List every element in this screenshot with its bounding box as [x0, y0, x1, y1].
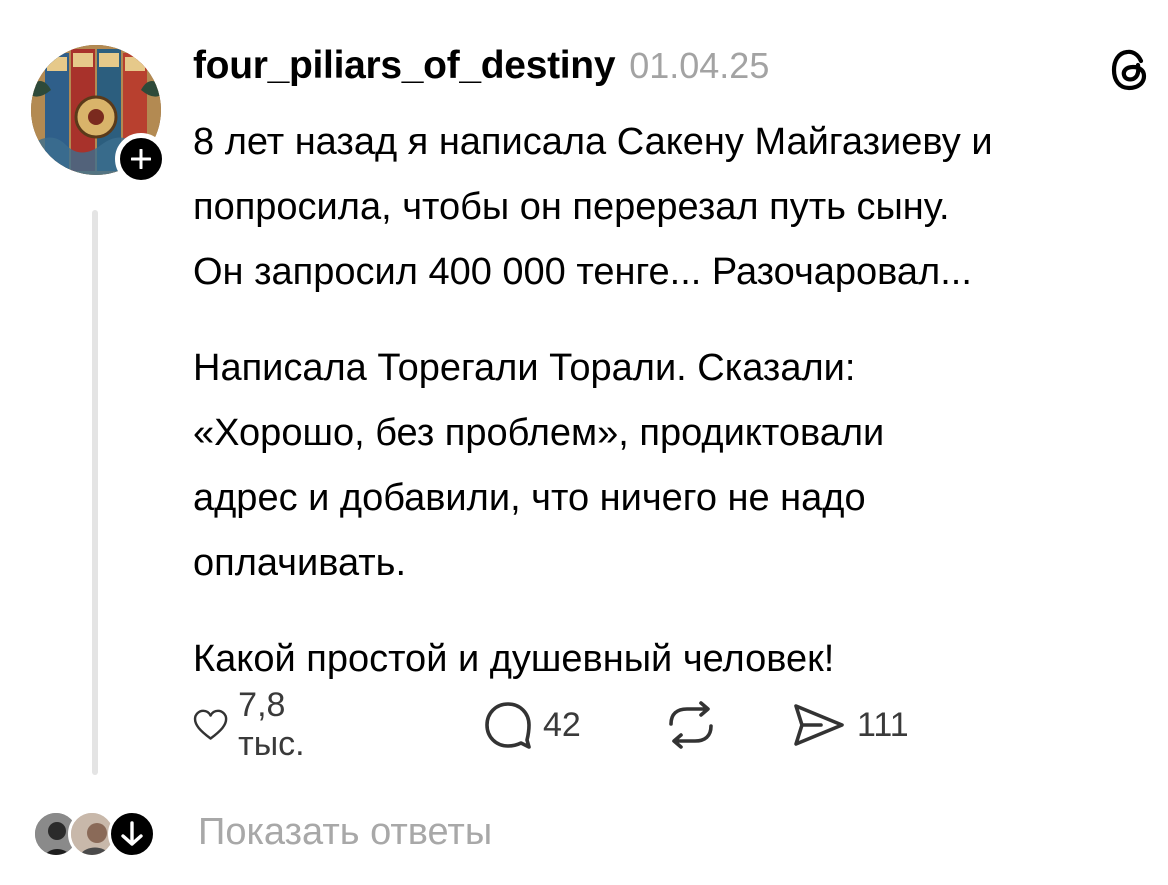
text-line: адрес и добавили, что ничего не надо: [193, 477, 866, 519]
arrow-down-circle-icon: [121, 821, 143, 846]
post-paragraph-2: Написала Торегали Торали. Сказали: «Хоро…: [193, 336, 1168, 596]
text-line: 8 лет назад я написала Сакену Майгазиеву…: [193, 121, 993, 163]
post-date: 01.04.25: [629, 45, 770, 86]
username-link[interactable]: four_piliars_of_destiny: [193, 44, 616, 88]
repost-button[interactable]: [663, 697, 719, 753]
repost-icon: [669, 701, 713, 749]
text-line: Написала Торегали Торали. Сказали:: [193, 347, 856, 389]
show-replies-link[interactable]: Показать ответы: [198, 811, 492, 854]
heart-icon: [193, 709, 228, 740]
post-header: four_piliars_of_destiny 01.04.25: [193, 44, 769, 98]
post-body: 8 лет назад я написала Сакену Майгазиеву…: [193, 110, 1168, 692]
post-paragraph-1: 8 лет назад я написала Сакену Майгазиеву…: [193, 110, 1168, 305]
text-line: попросила, чтобы он перерезал путь сыну.: [193, 186, 950, 228]
replies-row[interactable]: Показать ответы: [32, 805, 632, 865]
text-line: «Хорошо, без проблем», продиктовали: [193, 412, 885, 454]
comment-button[interactable]: 42: [483, 697, 581, 753]
threads-logo-icon[interactable]: [1110, 48, 1150, 97]
show-replies-arrow[interactable]: [108, 810, 156, 858]
text-line: Какой простой и душевный человек!: [193, 638, 835, 680]
share-count: 111: [857, 705, 909, 744]
send-icon: [794, 704, 844, 746]
comment-count: 42: [543, 705, 581, 744]
like-button[interactable]: 7,8 тыс.: [193, 686, 321, 763]
thread-line: [92, 210, 98, 775]
follow-button[interactable]: [115, 133, 167, 185]
share-button[interactable]: 111: [791, 697, 909, 753]
post-paragraph-3: Какой простой и душевный человек!: [193, 627, 1168, 692]
text-line: Он запросил 400 000 тенге... Разочаровал…: [193, 251, 972, 293]
text-line: оплачивать.: [193, 542, 407, 584]
comment-bubble-icon: [485, 702, 531, 749]
like-count: 7,8 тыс.: [238, 686, 305, 763]
plus-icon: [131, 149, 151, 169]
